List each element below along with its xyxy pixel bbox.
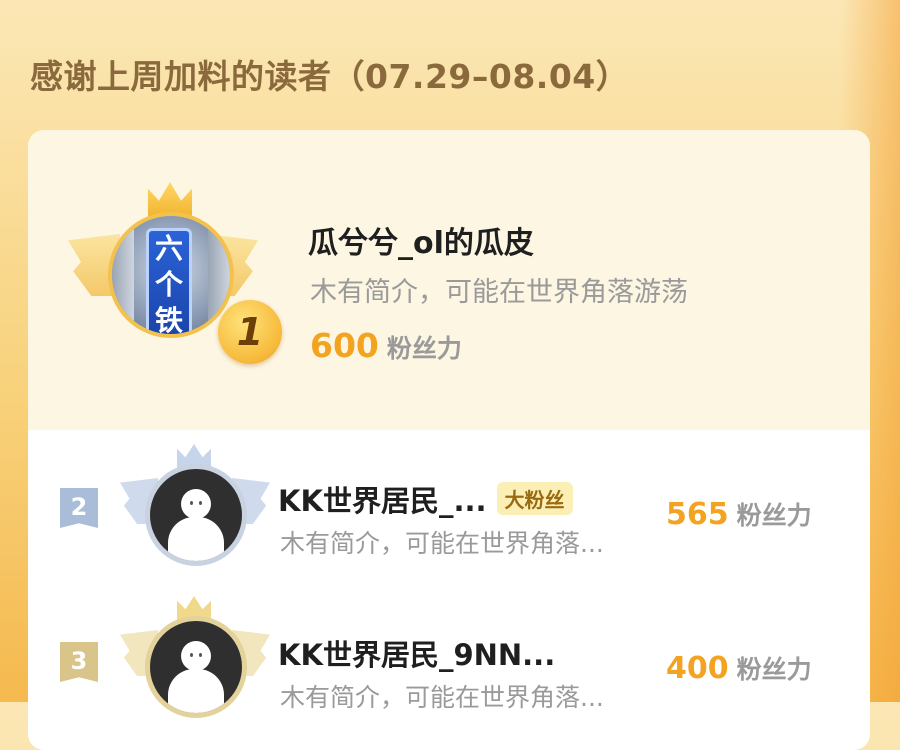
avatar-eye <box>190 501 193 505</box>
crown-icon <box>148 182 192 216</box>
avatar-eye <box>199 653 202 657</box>
score-unit: 粉丝力 <box>736 501 812 530</box>
top-reader-bio: 木有简介，可能在世界角落游荡 <box>310 277 688 308</box>
avatar[interactable]: 六个铁 <box>108 212 234 338</box>
reader-name[interactable]: KK世界居民_9NN... <box>278 632 555 674</box>
avatar-head <box>181 641 211 671</box>
list-item[interactable]: 3 KK世界居民_9NN... 木有简介，可能在世界角落... 400 粉丝力 <box>28 592 870 742</box>
avatar-head <box>181 489 211 519</box>
avatar-frame <box>120 444 270 594</box>
score-value: 600 <box>310 326 379 365</box>
avatar[interactable] <box>145 616 247 718</box>
avatar-eye <box>190 653 193 657</box>
score-unit: 粉丝力 <box>736 655 812 684</box>
avatar-photo-left <box>112 216 134 334</box>
avatar-frame <box>120 596 270 746</box>
score-unit: 粉丝力 <box>386 334 462 363</box>
list-item[interactable]: 2 KK世界居民_... 大粉丝 木有简介，可能在世界角落... 565 粉丝力 <box>28 438 870 588</box>
top-reader-avatar-frame: 六个铁 1 <box>68 182 282 372</box>
readers-card: 六个铁 1 瓜兮兮_ol的瓜皮 木有简介，可能在世界角落游荡 600 粉丝力 2 … <box>28 130 870 750</box>
top-reader-name[interactable]: 瓜兮兮_ol的瓜皮 <box>308 218 534 262</box>
top-reader-section[interactable]: 六个铁 1 瓜兮兮_ol的瓜皮 木有简介，可能在世界角落游荡 600 粉丝力 <box>28 130 870 430</box>
reader-name-text: KK世界居民_9NN... <box>278 638 556 672</box>
reader-name[interactable]: KK世界居民_... 大粉丝 <box>278 478 573 520</box>
reader-bio: 木有简介，可能在世界角落... <box>280 683 604 712</box>
avatar-body <box>168 517 224 561</box>
reader-score: 400 粉丝力 <box>666 650 812 686</box>
avatar[interactable] <box>145 464 247 566</box>
reader-name-text: KK世界居民_... <box>278 484 487 518</box>
avatar-photo-sign: 六个铁 <box>146 228 192 334</box>
score-value: 565 <box>666 497 729 532</box>
fan-level-badge: 大粉丝 <box>496 482 573 515</box>
avatar-body <box>168 669 224 713</box>
rank-medal-icon: 1 <box>218 300 282 364</box>
rank-badge-icon: 2 <box>60 488 98 528</box>
reader-bio: 木有简介，可能在世界角落... <box>280 529 604 558</box>
reader-score: 565 粉丝力 <box>666 496 812 532</box>
avatar-eye <box>199 501 202 505</box>
top-reader-score: 600 粉丝力 <box>310 326 462 365</box>
score-value: 400 <box>666 651 729 686</box>
page-title: 感谢上周加料的读者（07.29–08.04） <box>30 57 630 96</box>
rank-badge-icon: 3 <box>60 642 98 682</box>
